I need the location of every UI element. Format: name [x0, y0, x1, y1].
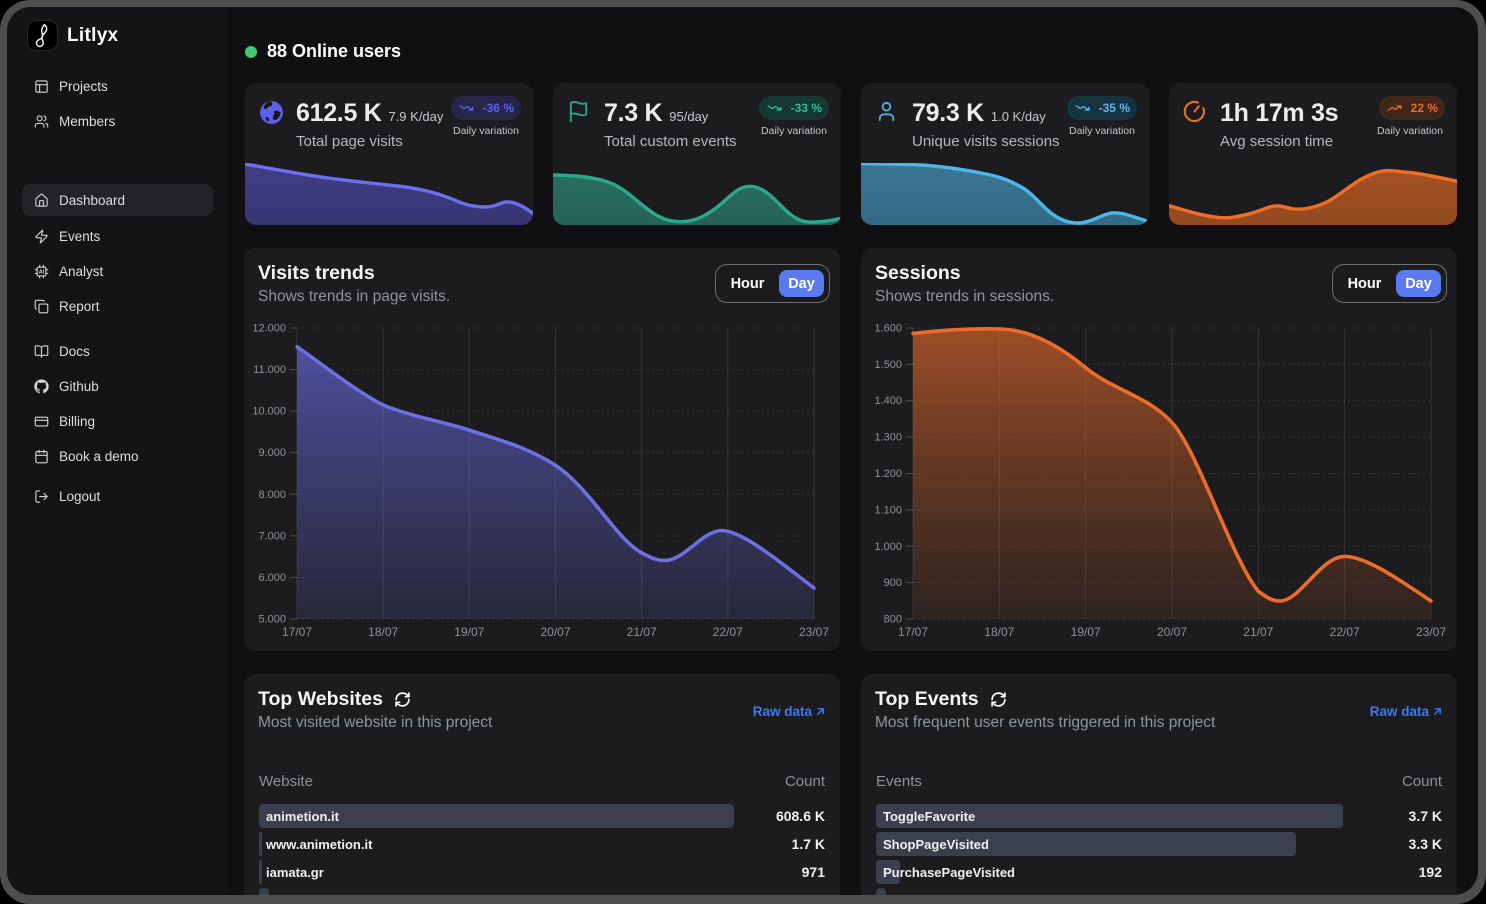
svg-text:18/07: 18/07 — [368, 625, 398, 639]
svg-text:20/07: 20/07 — [1157, 625, 1187, 639]
svg-text:12.000: 12.000 — [252, 323, 286, 335]
svg-text:1.000: 1.000 — [874, 541, 902, 553]
svg-text:AI: AI — [39, 269, 45, 275]
svg-text:23/07: 23/07 — [1416, 625, 1446, 639]
svg-text:18/07: 18/07 — [984, 625, 1014, 639]
svg-text:800: 800 — [884, 614, 902, 626]
svg-text:900: 900 — [884, 577, 902, 589]
svg-text:19/07: 19/07 — [1071, 625, 1101, 639]
svg-text:20/07: 20/07 — [540, 625, 570, 639]
svg-text:5.000: 5.000 — [258, 614, 286, 626]
svg-text:7.000: 7.000 — [258, 530, 286, 542]
svg-text:1.100: 1.100 — [874, 504, 902, 516]
svg-text:10.000: 10.000 — [252, 406, 286, 418]
svg-text:9.000: 9.000 — [258, 447, 286, 459]
svg-text:1.200: 1.200 — [874, 468, 902, 480]
svg-text:1.400: 1.400 — [874, 395, 902, 407]
svg-text:21/07: 21/07 — [627, 625, 657, 639]
svg-text:21/07: 21/07 — [1243, 625, 1273, 639]
svg-text:17/07: 17/07 — [898, 625, 928, 639]
svg-text:17/07: 17/07 — [282, 625, 312, 639]
svg-text:8.000: 8.000 — [258, 489, 286, 501]
svg-text:19/07: 19/07 — [454, 625, 484, 639]
svg-text:1.300: 1.300 — [874, 432, 902, 444]
svg-text:22/07: 22/07 — [713, 625, 743, 639]
svg-text:1.600: 1.600 — [874, 323, 902, 335]
svg-text:22/07: 22/07 — [1330, 625, 1360, 639]
svg-text:23/07: 23/07 — [799, 625, 829, 639]
svg-text:6.000: 6.000 — [258, 572, 286, 584]
svg-text:1.500: 1.500 — [874, 359, 902, 371]
svg-text:11.000: 11.000 — [253, 364, 286, 376]
